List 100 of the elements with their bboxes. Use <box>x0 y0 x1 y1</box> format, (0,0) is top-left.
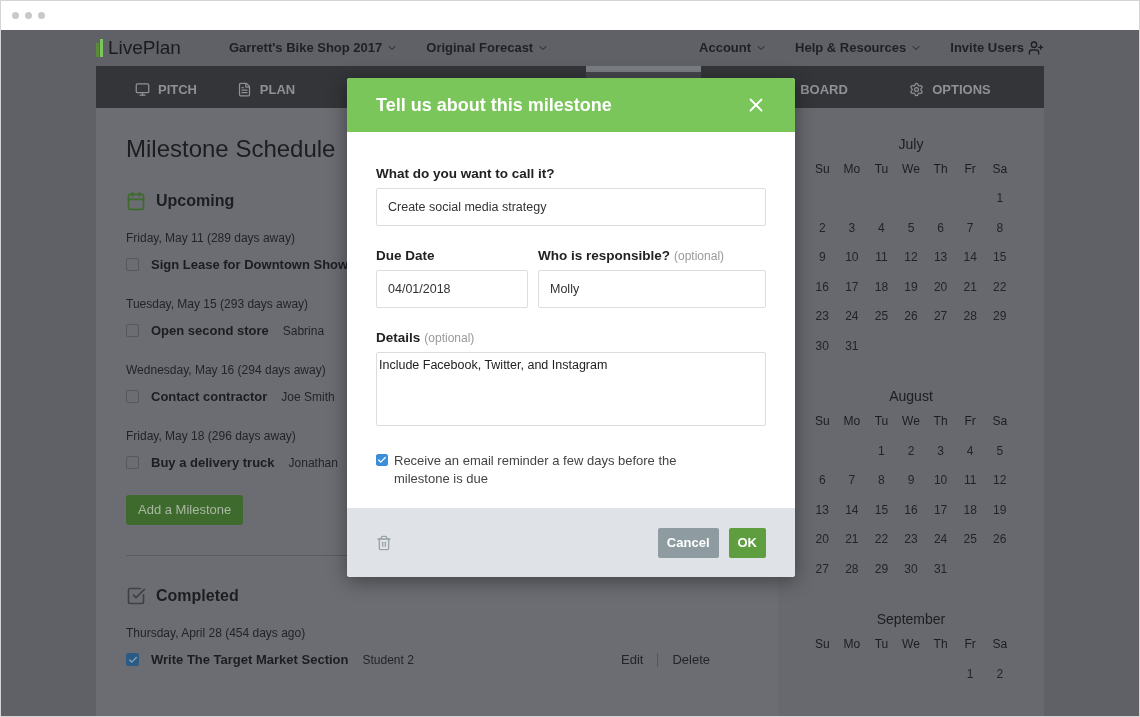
calendar-day[interactable]: 30 <box>815 338 829 353</box>
cancel-button[interactable]: Cancel <box>657 527 719 558</box>
calendar-day[interactable]: 12 <box>904 250 918 264</box>
calendar-day[interactable]: 28 <box>963 309 977 323</box>
calendar-day[interactable]: 13 <box>933 250 948 264</box>
calendar-day[interactable]: 29 <box>874 561 889 576</box>
calendar-day[interactable]: 19 <box>993 502 1007 517</box>
calendar-day[interactable]: 3 <box>937 443 944 458</box>
calendar-day[interactable]: 22 <box>874 532 889 546</box>
account-menu[interactable]: Account <box>699 40 768 56</box>
calendar-day[interactable]: 19 <box>904 279 918 294</box>
milestone-name-field[interactable]: Create social media strategy <box>376 188 766 226</box>
calendar-day[interactable]: 17 <box>845 279 859 294</box>
calendar-day[interactable]: 10 <box>933 473 948 487</box>
calendar-day[interactable]: 21 <box>963 279 977 294</box>
calendar-day[interactable]: 18 <box>874 279 889 294</box>
calendar-day[interactable]: 15 <box>874 502 889 517</box>
weekday-label: Fr <box>964 414 976 428</box>
weekday-label: We <box>902 161 920 176</box>
calendar-day[interactable]: 29 <box>993 309 1007 323</box>
calendar-day[interactable]: 20 <box>815 532 829 546</box>
calendar-day[interactable]: 23 <box>904 532 918 546</box>
calendar-icon <box>126 190 146 211</box>
calendar-day[interactable]: 31 <box>933 561 948 576</box>
weekday-label: Mo <box>843 414 861 428</box>
optional-hint: (optional) <box>674 249 725 263</box>
calendar-day[interactable]: 11 <box>963 473 977 487</box>
calendar-day[interactable]: 26 <box>993 532 1007 546</box>
calendar-day[interactable]: 2 <box>818 220 826 235</box>
details-field[interactable]: Include Facebook, Twitter, and Instagram <box>376 352 766 426</box>
weekday-label: We <box>902 414 920 428</box>
logo-text: LivePlan <box>108 36 181 59</box>
nav-tab[interactable]: OPTIONS <box>900 65 1000 108</box>
milestone-checkbox[interactable] <box>126 653 139 666</box>
weekday-label: Fr <box>964 161 976 176</box>
reminder-checkbox[interactable] <box>376 454 388 466</box>
calendar-day[interactable]: 10 <box>845 250 859 264</box>
calendar-day[interactable]: 27 <box>815 561 829 576</box>
calendar-day[interactable]: 30 <box>904 561 918 576</box>
calendar-day[interactable]: 28 <box>845 561 859 576</box>
calendar-day[interactable]: 16 <box>904 502 918 517</box>
calendar-day[interactable]: 18 <box>963 502 977 517</box>
calendar-day[interactable]: 22 <box>993 279 1007 294</box>
help-menu[interactable]: Help & Resources <box>795 40 923 56</box>
calendar-day[interactable]: 7 <box>966 220 974 235</box>
forecast-selector[interactable]: Original Forecast <box>426 40 550 56</box>
calendar-day[interactable]: 2 <box>907 443 915 458</box>
plan-selector[interactable]: Garrett's Bike Shop 2017 <box>228 40 399 56</box>
calendar-day[interactable]: 26 <box>904 309 918 323</box>
due-date-field[interactable]: 04/01/2018 <box>376 270 528 308</box>
calendar-day[interactable]: 24 <box>845 309 859 323</box>
nav-tab[interactable]: PLAN <box>216 65 316 108</box>
ok-button[interactable]: OK <box>728 527 766 558</box>
document-icon <box>236 82 252 98</box>
invite-users-link[interactable]: Invite Users <box>950 39 1044 56</box>
responsible-field[interactable]: Molly <box>538 270 766 308</box>
milestone-action-link[interactable]: Edit <box>621 652 644 667</box>
calendar-day[interactable]: 25 <box>874 309 889 323</box>
calendar-day[interactable]: 7 <box>848 473 856 487</box>
calendar-day[interactable]: 6 <box>937 220 944 235</box>
calendar-day[interactable]: 15 <box>993 250 1007 264</box>
calendar-day[interactable]: 1 <box>996 191 1004 205</box>
weekday-label: Th <box>933 637 948 651</box>
calendar-day[interactable]: 5 <box>996 443 1004 458</box>
calendar-day[interactable]: 4 <box>966 443 974 458</box>
calendar-day[interactable]: 11 <box>875 250 888 264</box>
calendar-day[interactable]: 4 <box>878 220 885 235</box>
calendar-day[interactable]: 9 <box>818 250 826 264</box>
calendar-day[interactable]: 20 <box>933 279 948 294</box>
calendar-day[interactable]: 17 <box>933 502 948 517</box>
calendar-day[interactable]: 14 <box>845 502 859 517</box>
calendar-day[interactable]: 8 <box>996 220 1004 235</box>
calendar-day[interactable]: 9 <box>907 473 915 487</box>
calendar-day[interactable]: 25 <box>963 532 977 546</box>
calendar-day[interactable]: 5 <box>907 220 915 235</box>
calendar-day[interactable]: 27 <box>933 309 948 323</box>
calendar-day[interactable]: 23 <box>815 309 829 323</box>
calendar-day[interactable]: 21 <box>845 532 859 546</box>
calendar-day[interactable]: 1 <box>878 443 885 458</box>
calendar-day[interactable]: 12 <box>993 473 1007 487</box>
calendar-day[interactable]: 1 <box>966 666 974 681</box>
weekday-label: Fr <box>964 637 976 651</box>
calendar-day[interactable]: 14 <box>963 250 977 264</box>
delete-icon[interactable] <box>376 534 392 551</box>
calendar-day[interactable]: 31 <box>845 338 859 353</box>
milestone-date: Tuesday, May 15 (293 days away) <box>126 296 309 311</box>
reminder-label: Receive an email reminder a few days before the milestone is due <box>394 452 678 488</box>
milestone-owner: Jonathan <box>288 455 338 470</box>
calendar-day[interactable]: 3 <box>848 220 856 235</box>
calendar-day[interactable]: 16 <box>815 279 829 294</box>
field-label: Due Date <box>376 248 436 263</box>
calendar-day[interactable]: 8 <box>878 473 885 487</box>
calendar-day[interactable]: 2 <box>996 666 1004 681</box>
add-milestone-button[interactable]: Add a Milestone <box>126 494 244 525</box>
calendar-day[interactable]: 13 <box>815 502 829 517</box>
nav-tab[interactable]: PITCH <box>116 65 216 108</box>
weekday-label: Th <box>933 161 948 176</box>
milestone-action-link[interactable]: Delete <box>672 652 710 667</box>
calendar-day[interactable]: 6 <box>818 473 826 487</box>
calendar-day[interactable]: 24 <box>933 532 948 546</box>
